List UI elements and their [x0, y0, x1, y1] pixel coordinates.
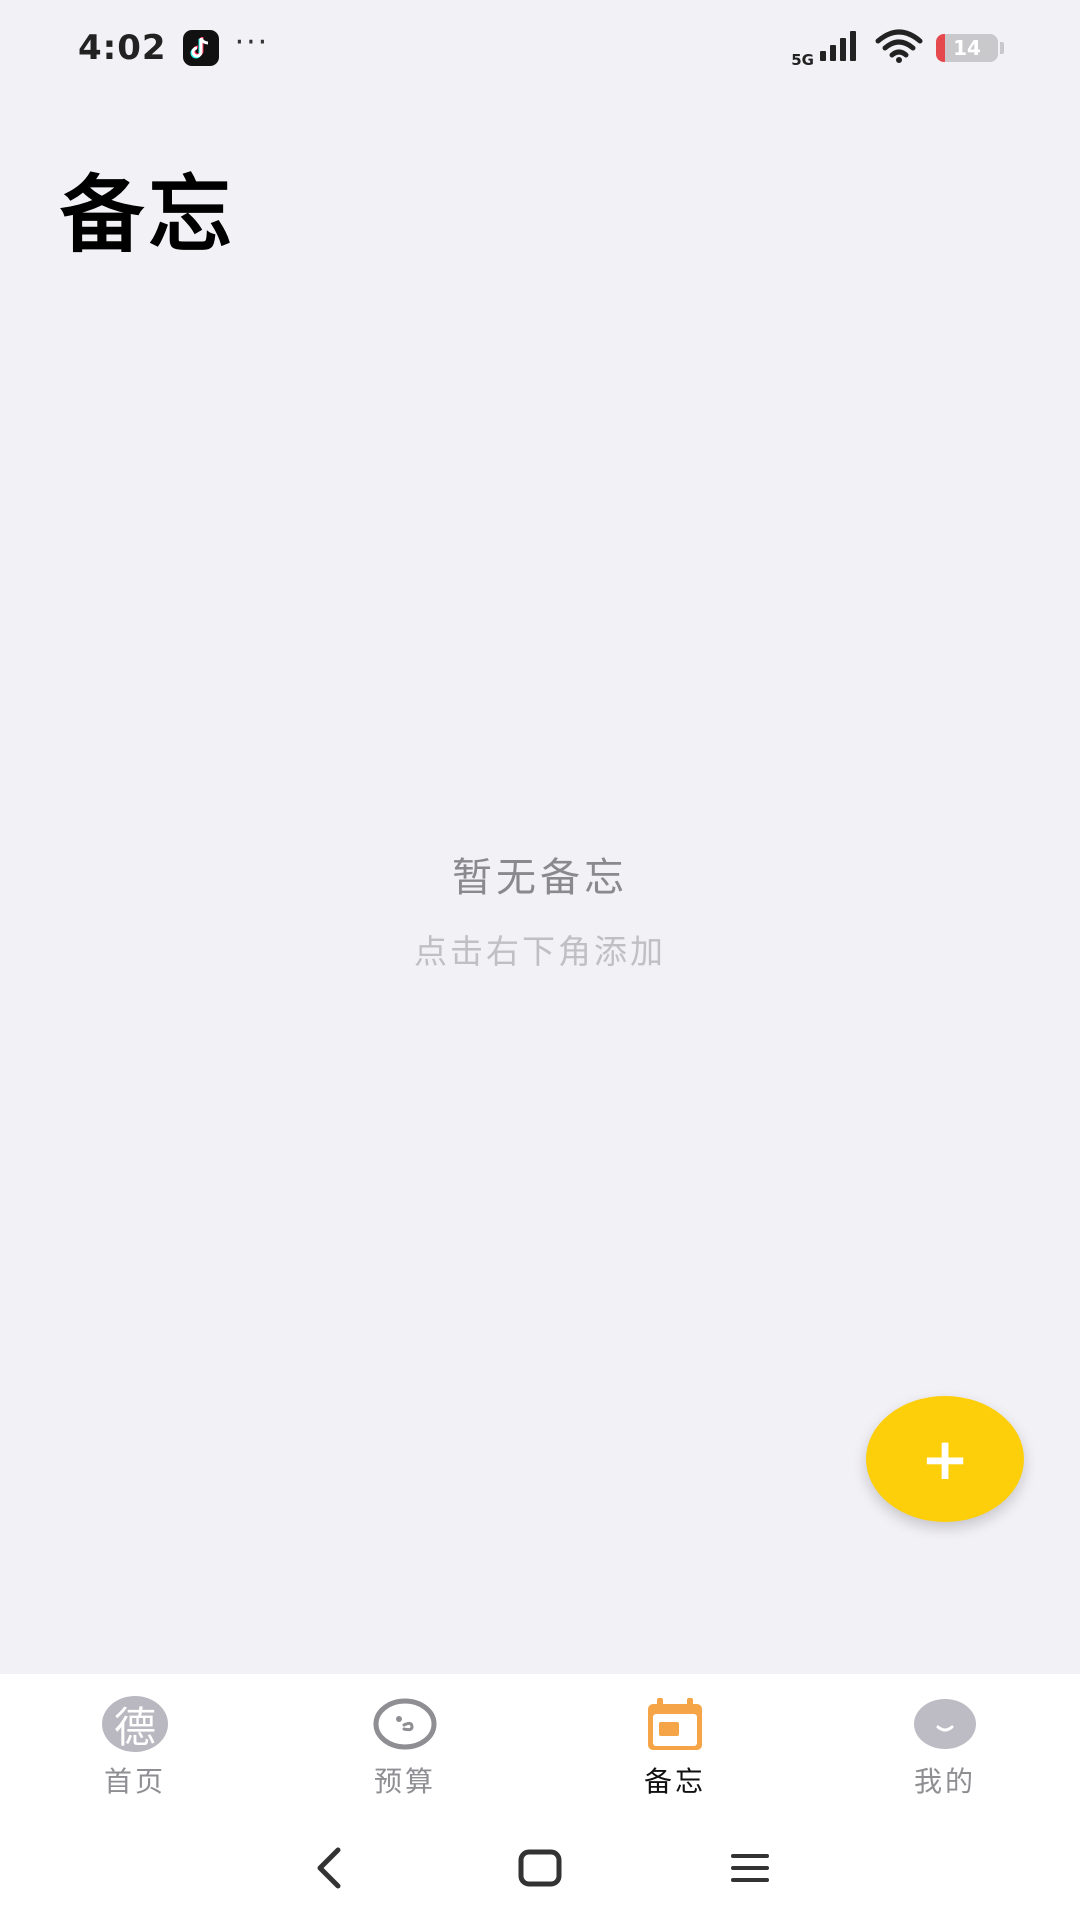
calendar-icon: [642, 1694, 708, 1754]
tab-memo[interactable]: 备忘: [540, 1674, 810, 1816]
battery-level-fill: [936, 34, 945, 62]
battery-icon: 14: [936, 34, 998, 62]
bottom-tab-bar: 德 首页 预算 备忘 我的: [0, 1674, 1080, 1816]
home-icon[interactable]: [510, 1838, 570, 1898]
battery-level-text: 14: [953, 36, 981, 60]
status-right: 5G 14: [791, 27, 1004, 69]
profile-avatar-icon: [912, 1694, 978, 1754]
system-nav-bar: [0, 1816, 1080, 1920]
status-time: 4:02: [78, 28, 167, 68]
network-type-label: 5G: [791, 51, 814, 69]
avatar-de-icon: 德: [102, 1694, 168, 1754]
home-avatar: 德: [102, 1696, 168, 1752]
tab-mine[interactable]: 我的: [810, 1674, 1080, 1816]
budget-face-icon: [372, 1694, 438, 1754]
battery-cap: [1000, 42, 1004, 54]
more-notifications-icon: ···: [234, 25, 270, 60]
signal-icon: [818, 29, 862, 67]
add-memo-button[interactable]: +: [866, 1396, 1024, 1522]
status-bar: 4:02 ··· 5G 14: [0, 0, 1080, 96]
tab-home[interactable]: 德 首页: [0, 1674, 270, 1816]
tab-budget-label: 预算: [373, 1765, 436, 1798]
tiktok-notification-icon: [182, 30, 219, 66]
page-title: 备忘: [60, 166, 237, 264]
tab-budget[interactable]: 预算: [270, 1674, 540, 1816]
tab-home-label: 首页: [103, 1765, 166, 1798]
empty-state: 暂无备忘 点击右下角添加: [0, 845, 1080, 973]
tab-memo-label: 备忘: [643, 1765, 706, 1798]
wifi-icon: [874, 29, 924, 67]
empty-state-title: 暂无备忘: [452, 855, 628, 901]
back-icon[interactable]: [300, 1838, 360, 1898]
tab-mine-label: 我的: [913, 1765, 976, 1798]
empty-state-hint: 点击右下角添加: [414, 932, 666, 971]
status-left: 4:02 ···: [78, 25, 270, 69]
menu-icon[interactable]: [720, 1838, 780, 1898]
